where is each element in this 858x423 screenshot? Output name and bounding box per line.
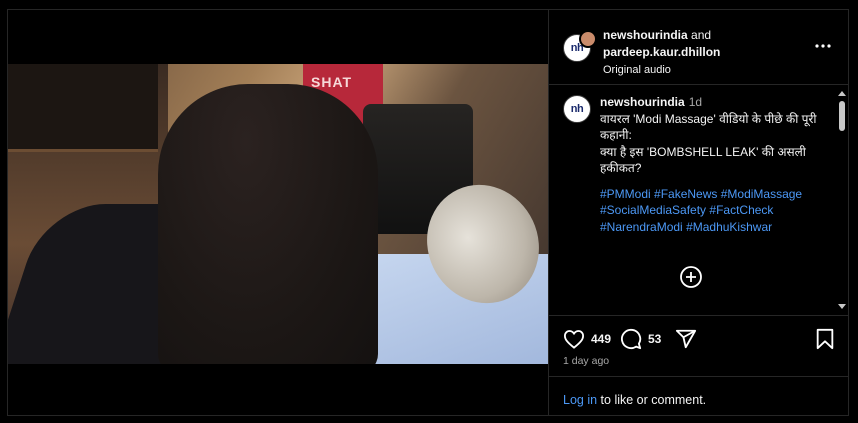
like-count[interactable]: 449 xyxy=(591,332,611,346)
hashtag-link[interactable]: #FakeNews xyxy=(654,187,717,201)
comment-icon xyxy=(621,328,642,350)
media-area: SHAT nh xyxy=(8,10,548,415)
caption-username[interactable]: newshourindia xyxy=(600,95,685,109)
scrollbar-thumb[interactable] xyxy=(839,101,845,131)
caption-line-2: क्या है इस 'BOMBSHELL LEAK' की असली हकीक… xyxy=(600,144,806,176)
hashtags: #PMModi #FakeNews #ModiMassage #SocialMe… xyxy=(600,186,825,236)
save-button[interactable] xyxy=(815,327,835,351)
scroll-down-arrow-icon[interactable] xyxy=(838,304,846,309)
caption: newshourindia 1d वायरल 'Modi Massage' वीड… xyxy=(600,94,825,235)
login-prompt: Log in to like or comment. xyxy=(549,376,848,415)
caption-avatar[interactable]: nh xyxy=(563,95,591,123)
more-options-icon xyxy=(815,44,831,48)
heart-icon xyxy=(563,330,585,349)
side-panel: nh newshourindia and pardeep.kaur.dhillo… xyxy=(548,10,848,415)
hashtag-link[interactable]: #PMModi xyxy=(600,187,651,201)
video-player[interactable]: SHAT nh xyxy=(8,64,548,364)
load-more-comments-button[interactable] xyxy=(679,265,703,289)
post-date[interactable]: 1 day ago xyxy=(563,355,609,367)
post-header: nh newshourindia and pardeep.kaur.dhillo… xyxy=(549,10,848,85)
comment-count[interactable]: 53 xyxy=(648,332,661,346)
hashtag-link[interactable]: #ModiMassage xyxy=(721,187,802,201)
post-dialog: SHAT nh newshourindia and pardeep.kaur.d… xyxy=(7,9,849,416)
comments-scrollbar[interactable] xyxy=(837,87,847,313)
share-button[interactable] xyxy=(675,327,697,351)
comments-section: nh newshourindia 1d वायरल 'Modi Massage' … xyxy=(549,85,848,316)
share-icon xyxy=(675,329,697,349)
login-text: to like or comment. xyxy=(600,393,707,407)
header-text: newshourindia and pardeep.kaur.dhillon O… xyxy=(603,27,720,79)
header-user1[interactable]: newshourindia xyxy=(603,28,688,42)
hashtag-link[interactable]: #MadhuKishwar xyxy=(686,220,772,234)
comment-button[interactable]: 53 xyxy=(620,327,661,351)
scroll-up-arrow-icon[interactable] xyxy=(838,91,846,96)
video-person xyxy=(158,84,378,364)
caption-line-1: वायरल 'Modi Massage' वीडियो के पीछे की प… xyxy=(600,111,817,143)
like-button[interactable]: 449 xyxy=(563,327,611,351)
plus-circle-icon xyxy=(680,266,702,288)
login-link[interactable]: Log in xyxy=(563,393,597,407)
post-actions: 449 53 1 day ago xyxy=(549,316,848,376)
bookmark-icon xyxy=(816,328,834,350)
hashtag-link[interactable]: #NarendraModi xyxy=(600,220,683,234)
header-connector: and xyxy=(691,28,712,42)
collaborator-avatar[interactable] xyxy=(579,30,597,48)
hashtag-link[interactable]: #SocialMediaSafety xyxy=(600,203,706,217)
video-shelf xyxy=(8,64,158,152)
hashtag-link[interactable]: #FactCheck xyxy=(709,203,773,217)
header-user2[interactable]: pardeep.kaur.dhillon xyxy=(603,45,720,59)
more-options-button[interactable] xyxy=(813,36,833,56)
video-sign-text: SHAT xyxy=(311,74,353,90)
audio-link[interactable]: Original audio xyxy=(603,62,720,79)
caption-time: 1d xyxy=(688,95,703,109)
